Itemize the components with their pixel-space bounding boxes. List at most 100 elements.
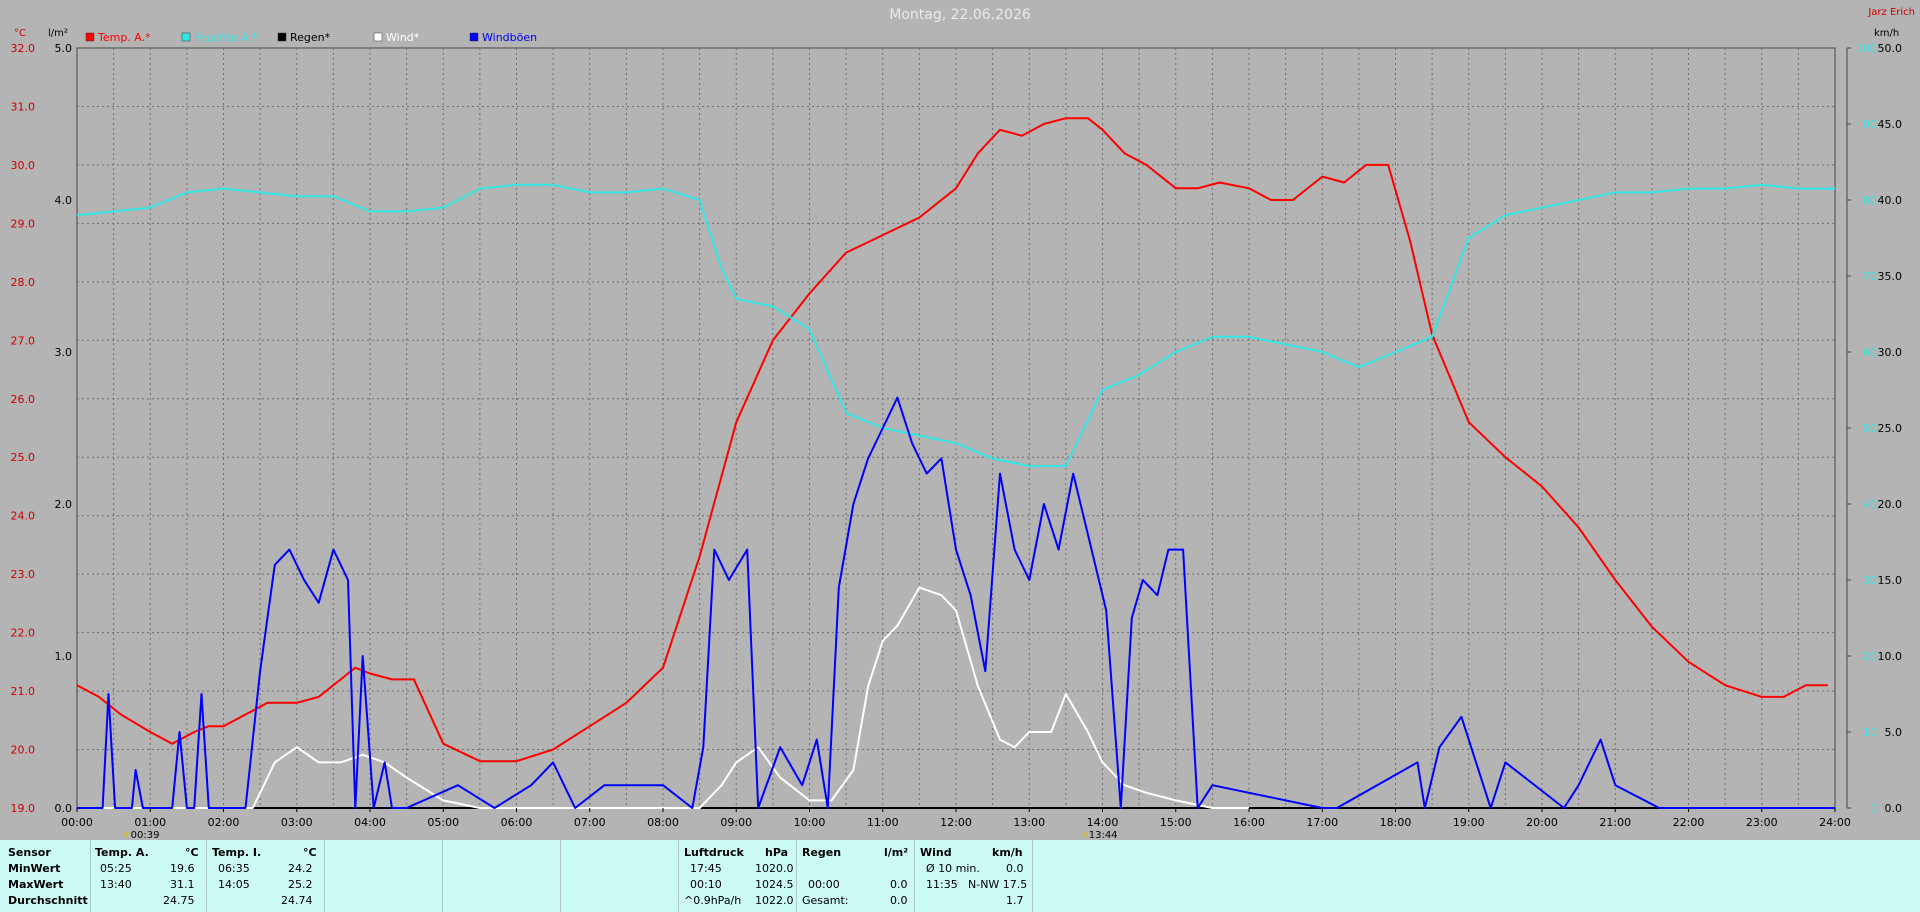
wind-max-value: N-NW 17.5 <box>968 878 1028 891</box>
wind-min-label: Ø 10 min. <box>926 862 980 875</box>
divider <box>324 840 325 912</box>
time-tick-label: 16:00 <box>1233 816 1265 829</box>
rain-max-time: 00:00 <box>808 878 840 891</box>
temp-tick-label: 28.0 <box>11 276 36 289</box>
temp-tick-label: 29.0 <box>11 217 36 230</box>
temp-tick-label: 20.0 <box>11 744 36 757</box>
rain-tick-label: 1.0 <box>55 650 73 663</box>
legend-label: Wind* <box>386 31 420 44</box>
legend-label: Windböen <box>482 31 537 44</box>
time-tick-label: 15:00 <box>1160 816 1192 829</box>
time-tick-label: 23:00 <box>1746 816 1778 829</box>
rain-max-value: 0.0 <box>890 878 908 891</box>
author-label: Jarz Erich <box>1867 7 1915 18</box>
rain-tick-label: 2.0 <box>55 498 73 511</box>
wind-max-time: 11:35 <box>926 878 958 891</box>
wind-tick-label: 45.0 <box>1878 118 1903 131</box>
pressure-trend: ^0.9hPa/h <box>684 894 742 907</box>
wind-tick-label: 30.0 <box>1878 346 1903 359</box>
stats-header-sensor: Sensor <box>8 846 51 859</box>
temp-unit-label: °C <box>14 28 26 39</box>
chart-grid <box>76 47 1836 809</box>
stats-unit-temp-i: °C <box>303 846 317 859</box>
temp-i-max-value: 25.2 <box>288 878 313 891</box>
stats-unit-wind: km/h <box>992 846 1023 859</box>
divider <box>90 840 91 912</box>
time-tick-label: 07:00 <box>574 816 606 829</box>
humidity-tick-label: 70 <box>1863 270 1877 283</box>
legend-swatch <box>469 32 479 42</box>
temp-tick-label: 27.0 <box>11 334 36 347</box>
temp-tick-label: 26.0 <box>11 393 36 406</box>
wind-tick-label: 25.0 <box>1878 422 1903 435</box>
temp-tick-label: 22.0 <box>11 627 36 640</box>
stats-header-wind: Wind <box>920 846 952 859</box>
legend-swatch <box>277 32 287 42</box>
temp-tick-label: 30.0 <box>11 159 36 172</box>
temp-a-min-value: 19.6 <box>170 862 195 875</box>
time-tick-label: 02:00 <box>208 816 240 829</box>
humidity-tick-label: 60 <box>1863 346 1877 359</box>
rain-tick-label: 5.0 <box>55 42 73 55</box>
time-tick-label: 18:00 <box>1380 816 1412 829</box>
pressure-max-value: 1024.5 <box>755 878 794 891</box>
humidity-tick-label: 80 <box>1863 194 1877 207</box>
sun-marker-icon: ☀ <box>123 831 131 840</box>
temp-a-max-time: 13:40 <box>100 878 132 891</box>
stats-unit-rain: l/m² <box>884 846 909 859</box>
time-tick-label: 19:00 <box>1453 816 1485 829</box>
divider <box>206 840 207 912</box>
humidity-tick-label: 10 <box>1863 726 1877 739</box>
legend-swatch <box>181 32 191 42</box>
wind-tick-label: 20.0 <box>1878 498 1903 511</box>
legend-swatch <box>373 32 383 42</box>
stats-unit-temp-a: °C <box>185 846 199 859</box>
temp-i-min-time: 06:35 <box>218 862 250 875</box>
wind-tick-label: 0.0 <box>1885 802 1903 815</box>
time-tick-label: 08:00 <box>647 816 679 829</box>
temp-tick-label: 31.0 <box>11 100 36 113</box>
time-tick-label: 13:00 <box>1013 816 1045 829</box>
time-tick-label: 06:00 <box>501 816 533 829</box>
temp-i-max-time: 14:05 <box>218 878 250 891</box>
temp-tick-label: 25.0 <box>11 451 36 464</box>
sun-marker-label: 00:39 <box>131 830 160 840</box>
rain-total-value: 0.0 <box>890 894 908 907</box>
time-tick-label: 24:00 <box>1819 816 1851 829</box>
temp-i-min-value: 24.2 <box>288 862 313 875</box>
time-tick-label: 11:00 <box>867 816 899 829</box>
time-tick-label: 05:00 <box>427 816 459 829</box>
stats-header-temp-i: Temp. I. <box>212 846 262 859</box>
temp-a-min-time: 05:25 <box>100 862 132 875</box>
rain-tick-label: 0.0 <box>55 802 73 815</box>
divider <box>1032 840 1033 912</box>
time-tick-label: 09:00 <box>720 816 752 829</box>
chart-title: Montag, 22.06.2026 <box>889 7 1031 23</box>
temp-i-avg-value: 24.74 <box>281 894 313 907</box>
time-tick-label: 04:00 <box>354 816 386 829</box>
stats-row-max: MaxWert <box>8 878 64 891</box>
time-tick-label: 01:00 <box>134 816 166 829</box>
wind-min-value: 0.0 <box>1006 862 1024 875</box>
temp-a-avg-value: 24.75 <box>163 894 195 907</box>
wind-tick-label: 50.0 <box>1878 42 1903 55</box>
humidity-tick-label: 30 <box>1863 574 1877 587</box>
pressure-avg-value: 1022.0 <box>755 894 794 907</box>
stats-header-rain: Regen <box>802 846 842 859</box>
sun-marker-label: 13:44 <box>1089 830 1118 840</box>
temp-a-max-value: 31.1 <box>170 878 195 891</box>
stats-row-min: MinWert <box>8 862 61 875</box>
wind-tick-label: 40.0 <box>1878 194 1903 207</box>
humidity-tick-label: 50 <box>1863 422 1877 435</box>
divider <box>914 840 915 912</box>
legend-swatch <box>85 32 95 42</box>
pressure-max-time: 00:10 <box>690 878 722 891</box>
humidity-tick-label: 20 <box>1863 650 1877 663</box>
divider <box>560 840 561 912</box>
rain-unit-label: l/m² <box>48 28 68 39</box>
temp-tick-label: 24.0 <box>11 510 36 523</box>
temp-tick-label: 21.0 <box>11 685 36 698</box>
rain-tick-label: 3.0 <box>55 346 73 359</box>
temp-tick-label: 23.0 <box>11 568 36 581</box>
stats-header-pressure: Luftdruck <box>684 846 744 859</box>
